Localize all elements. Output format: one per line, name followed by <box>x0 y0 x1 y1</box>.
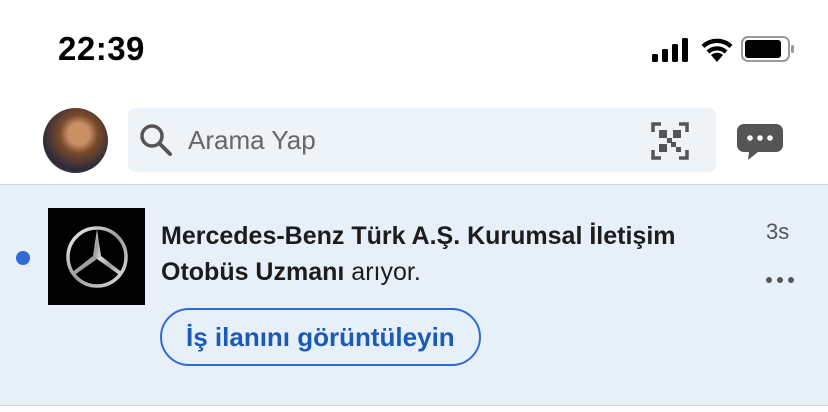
company-logo[interactable] <box>48 208 145 305</box>
mercedes-star-icon <box>65 225 128 288</box>
search-input[interactable]: Arama Yap <box>188 124 316 156</box>
unread-indicator <box>16 251 30 265</box>
wifi-icon <box>701 38 733 62</box>
messaging-icon[interactable] <box>736 122 784 162</box>
notification-timestamp: 3s <box>766 219 790 244</box>
qr-code-icon[interactable] <box>651 122 689 160</box>
notification-text: Mercedes-Benz Türk A.Ş. Kurumsal İletişi… <box>161 218 721 290</box>
cellular-signal-icon <box>652 38 688 62</box>
search-bar[interactable]: Arama Yap <box>128 108 716 172</box>
avatar[interactable] <box>43 108 108 173</box>
status-bar: 22:39 <box>0 0 828 90</box>
battery-icon <box>741 36 794 62</box>
search-icon <box>140 124 172 156</box>
notification-suffix: arıyor. <box>344 258 421 286</box>
more-options-icon[interactable] <box>765 275 795 285</box>
status-time: 22:39 <box>58 30 145 67</box>
view-job-button[interactable]: İş ilanını görüntüleyin <box>160 308 481 366</box>
notification-item[interactable]: Mercedes-Benz Türk A.Ş. Kurumsal İletişi… <box>0 184 828 406</box>
